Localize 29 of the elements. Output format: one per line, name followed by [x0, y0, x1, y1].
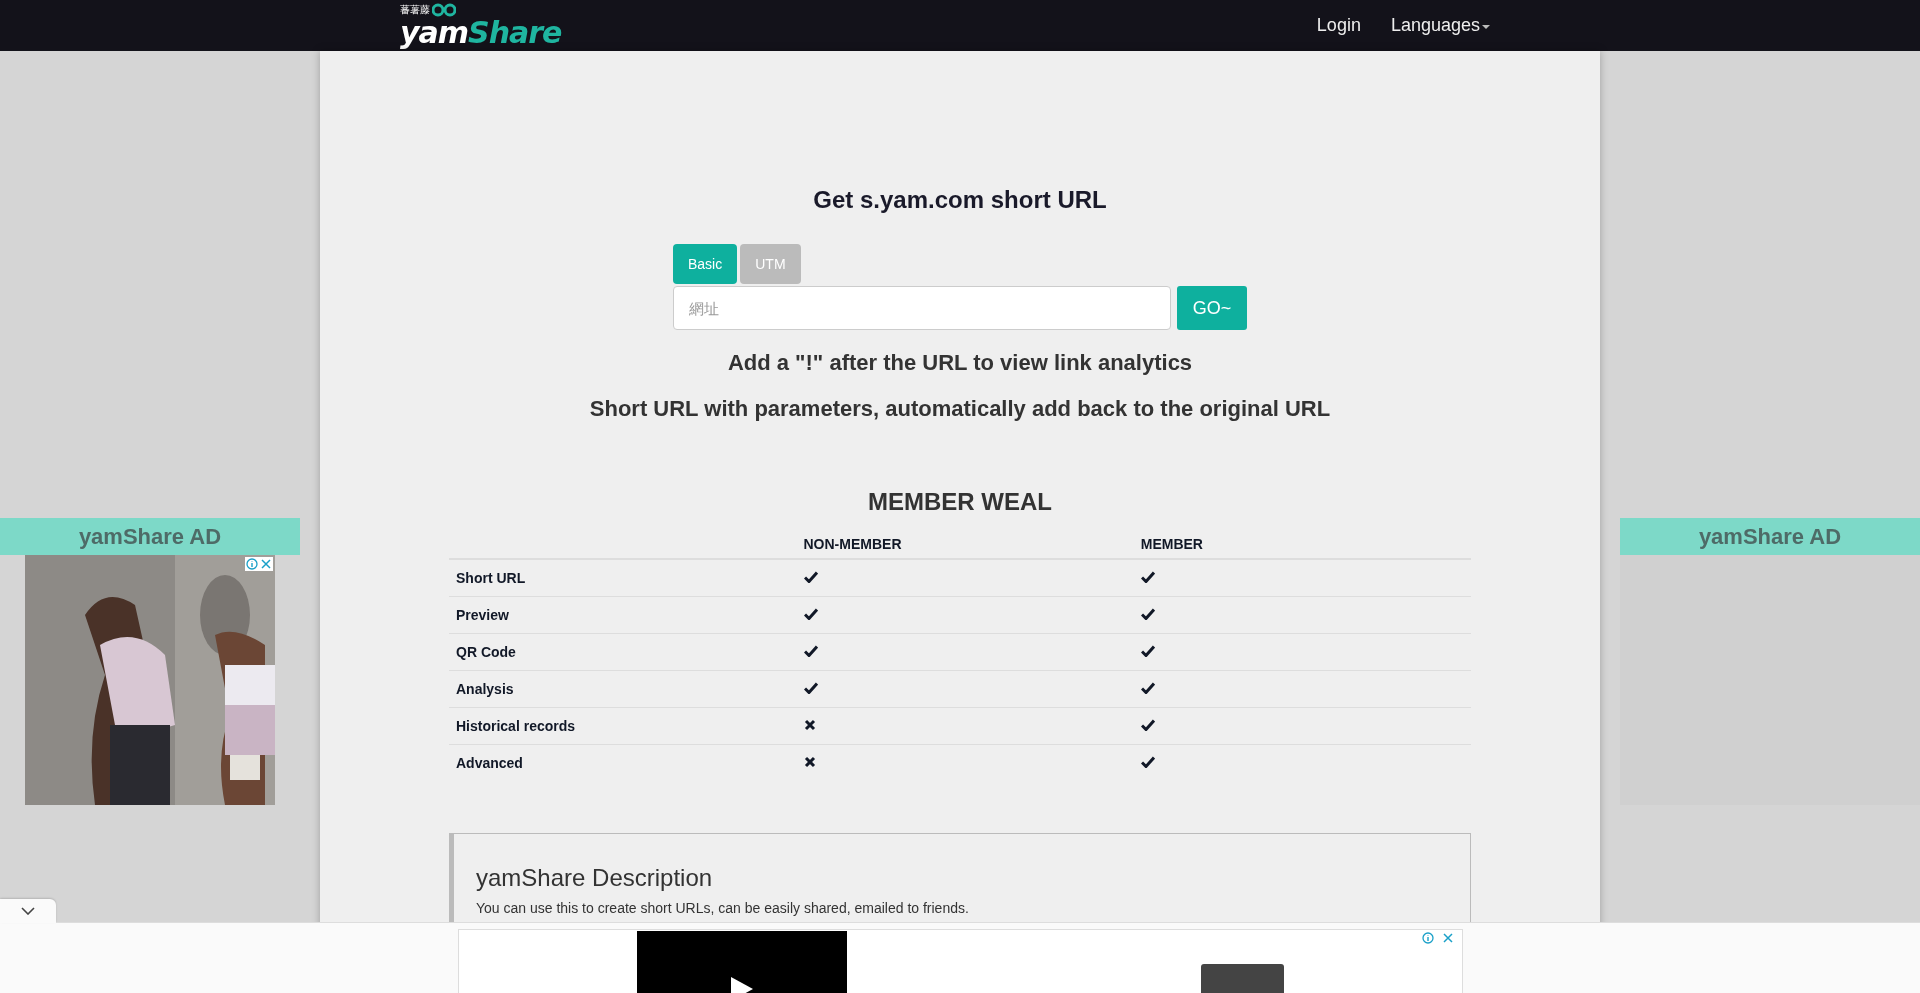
url-input-field[interactable]: 網址: [673, 286, 1172, 330]
collapse-tab[interactable]: [0, 899, 56, 923]
languages-menu[interactable]: Languages: [1390, 15, 1490, 36]
description-title: yamShare Description: [476, 864, 714, 892]
close-icon[interactable]: [1442, 932, 1454, 944]
column-header: MEMBER: [1140, 536, 1203, 552]
ad-banner-title: yamShare AD: [0, 518, 300, 555]
logo-tagline: 蕃薯藤: [400, 3, 430, 16]
section-title: MEMBER WEAL: [868, 488, 1052, 516]
info-icon[interactable]: [246, 558, 258, 570]
feature-name: Advanced: [456, 755, 523, 771]
feature-name: QR Code: [456, 644, 516, 660]
info-icon[interactable]: [1422, 932, 1434, 944]
info-note: Add a "!" after the URL to view link analytics: [727, 350, 1193, 376]
feature-name: Historical records: [456, 718, 576, 734]
feature-name: Analysis: [456, 681, 514, 697]
eyes-icon: [432, 2, 456, 17]
caret-icon: [1482, 24, 1490, 29]
chevron-down-icon: [21, 907, 35, 915]
feature-name: Short URL: [456, 570, 526, 586]
page-title: Get s.yam.com short URL: [813, 186, 1107, 214]
description-text: You can use this to create short URLs, can be easily shared, emailed to friends.: [476, 900, 970, 916]
login-link[interactable]: Login: [1316, 15, 1361, 36]
close-icon[interactable]: [260, 558, 272, 570]
info-note: Short URL with parameters, automatically add back to the original URL: [589, 396, 1331, 422]
feature-name: Preview: [456, 607, 509, 623]
column-header: NON-MEMBER: [803, 536, 902, 552]
logo-wordmark[interactable]: yamShare: [400, 16, 562, 49]
ad-banner-title: yamShare AD: [1620, 518, 1920, 555]
